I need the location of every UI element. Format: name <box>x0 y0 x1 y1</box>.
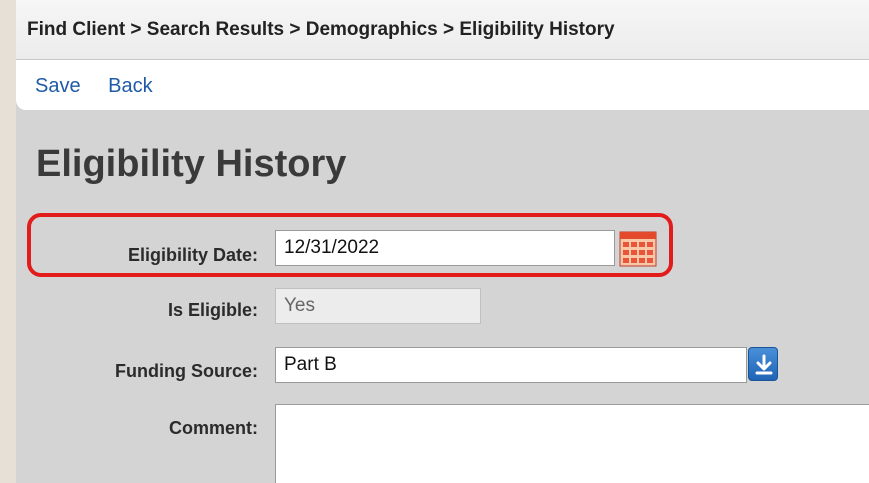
back-button[interactable]: Back <box>108 75 152 97</box>
comment-textarea[interactable] <box>275 404 869 483</box>
eligibility-date-input[interactable] <box>275 230 615 266</box>
comment-label: Comment: <box>169 418 258 438</box>
calendar-icon[interactable] <box>619 230 657 268</box>
eligibility-date-label: Eligibility Date: <box>127 245 258 265</box>
is-eligible-label: Is Eligible: <box>167 300 258 320</box>
funding-source-dropdown-button[interactable] <box>748 347 778 381</box>
save-button[interactable]: Save <box>35 75 81 97</box>
page-title: Eligibility History <box>36 143 347 185</box>
toolbar: Save Back <box>16 60 869 110</box>
funding-source-select[interactable] <box>275 347 747 383</box>
breadcrumb: Find Client > Search Results > Demograph… <box>16 0 869 60</box>
download-arrow-icon <box>755 354 773 375</box>
funding-source-label: Funding Source: <box>115 361 258 381</box>
is-eligible-field <box>275 288 481 324</box>
